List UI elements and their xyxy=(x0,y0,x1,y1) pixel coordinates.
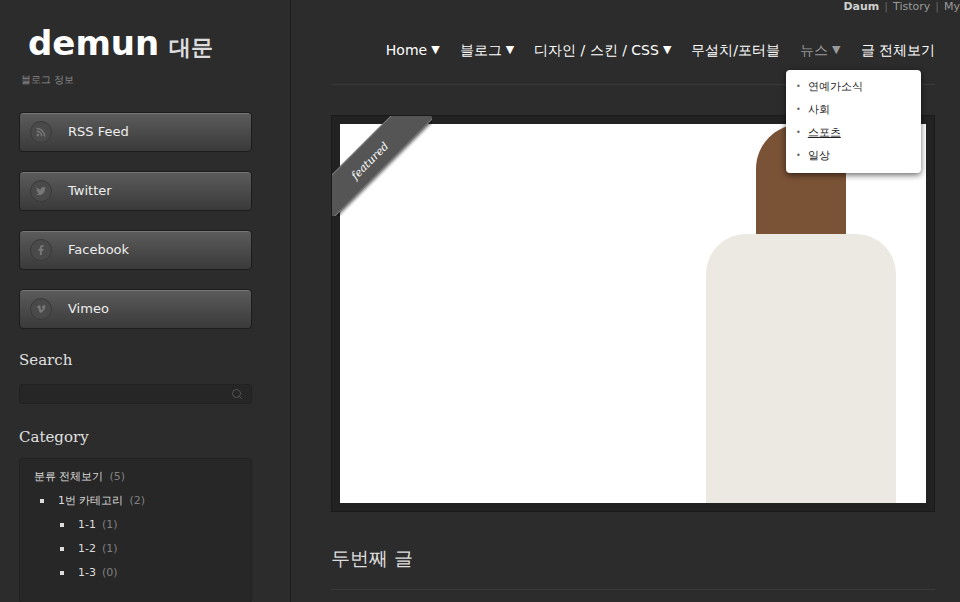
search-icon[interactable] xyxy=(231,388,243,400)
search-input[interactable] xyxy=(28,385,231,403)
social-buttons: RSS Feed Twitter Facebook Vimeo xyxy=(19,112,290,329)
category-item[interactable]: 분류 전체보기(5) xyxy=(34,467,251,486)
rss-icon xyxy=(30,121,52,143)
top-links: Daum|Tistory|My xyxy=(331,0,960,14)
social-button-label: Facebook xyxy=(68,240,129,260)
dropdown-menu: •연예가소식 •사회 •스포츠 •일상 xyxy=(786,70,921,173)
featured-image[interactable] xyxy=(340,124,926,503)
arrow-icon: ▼ xyxy=(663,40,671,60)
nav-item[interactable]: 디자인 / 스킨 / CSS▼ xyxy=(534,40,671,60)
dropdown-item[interactable]: •일상 xyxy=(796,147,921,165)
bullet-icon xyxy=(60,547,64,551)
sidebar: demun대문블로그 정보 RSS Feed Twitter Facebook Vime… xyxy=(0,0,291,602)
blog-tagline[interactable]: 블로그 정보 xyxy=(19,72,290,87)
top-link[interactable]: Tistory xyxy=(893,0,930,15)
social-button[interactable]: Twitter xyxy=(19,171,252,211)
arrow-icon: ▼ xyxy=(431,40,439,60)
logo[interactable]: demun대문 xyxy=(19,24,290,64)
page: demun대문블로그 정보 RSS Feed Twitter Facebook Vime… xyxy=(0,0,960,602)
social-button[interactable]: RSS Feed xyxy=(19,112,252,152)
featured-ribbon: featured xyxy=(332,116,432,216)
top-link[interactable]: My xyxy=(944,0,960,15)
search-field[interactable] xyxy=(19,384,252,404)
category-item[interactable]: 1-3(0) xyxy=(34,563,251,582)
nav-item[interactable]: 무설치/포터블 xyxy=(691,40,780,60)
category-item[interactable]: 1번 카테고리(2) xyxy=(34,491,251,510)
main: Daum|Tistory|My Home▼ 블로그▼ 디자인 / 스킨 / CSS▼ 무… xyxy=(291,0,960,602)
bullet-icon xyxy=(60,571,64,575)
category-box: 분류 전체보기(5) 1번 카테고리(2) 1-1(1) 1-2(1) 1-3(0) xyxy=(19,458,252,602)
dropdown-item[interactable]: •연예가소식 xyxy=(796,78,921,96)
nav-item[interactable]: 뉴스▼ xyxy=(800,40,840,60)
social-button-label: Vimeo xyxy=(68,299,109,319)
social-button[interactable]: Facebook xyxy=(19,230,252,270)
search-title: Search xyxy=(19,349,290,372)
arrow-icon: ▼ xyxy=(506,40,514,60)
post-title[interactable]: 두번째 글 xyxy=(331,545,935,590)
bullet-icon xyxy=(60,523,64,527)
vimeo-icon xyxy=(30,298,52,320)
social-button[interactable]: Vimeo xyxy=(19,289,252,329)
nav-item[interactable]: Home▼ xyxy=(386,40,440,60)
featured-frame: featured xyxy=(331,115,935,512)
top-link[interactable]: Daum xyxy=(843,0,879,15)
main-nav: Home▼블로그▼디자인 / 스킨 / CSS▼무설치/포터블뉴스▼•연예가소식… xyxy=(331,40,935,85)
bullet-icon xyxy=(40,499,44,503)
twitter-icon xyxy=(30,180,52,202)
social-button-label: RSS Feed xyxy=(68,122,129,142)
category-item[interactable]: 1-1(1) xyxy=(34,515,251,534)
category-title: Category xyxy=(19,426,290,449)
dropdown-item[interactable]: •스포츠 xyxy=(796,124,921,142)
social-button-label: Twitter xyxy=(68,181,112,201)
nav-item[interactable]: 블로그▼ xyxy=(460,40,514,60)
category-item[interactable]: 1-2(1) xyxy=(34,539,251,558)
facebook-icon xyxy=(30,239,52,261)
arrow-icon: ▼ xyxy=(832,40,840,60)
dropdown-item[interactable]: •사회 xyxy=(796,101,921,119)
nav-item[interactable]: 글 전체보기 xyxy=(861,40,935,60)
